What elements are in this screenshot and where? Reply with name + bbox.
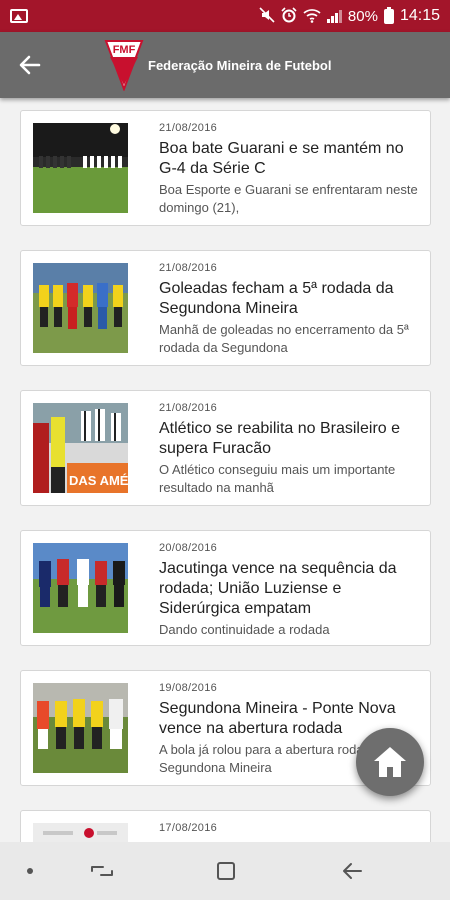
home-icon [374,747,406,777]
news-date: 21/08/2016 [159,402,218,414]
dot-icon [27,868,33,874]
clock: 14:15 [399,7,440,24]
news-date: 21/08/2016 [159,122,218,134]
news-thumbnail [33,683,128,773]
overview-button[interactable] [204,842,248,900]
nav-back-button[interactable] [330,842,374,900]
battery-percent: 80% [347,7,378,25]
square-icon [217,862,235,880]
news-date: 21/08/2016 [159,262,218,274]
arrow-left-icon [19,55,41,75]
status-indicators: 80% 14:15 [259,6,440,25]
back-button[interactable] [0,32,60,98]
news-thumbnail [33,823,128,842]
signal-icon [326,9,342,23]
news-card[interactable]: DAS AMÉ 21/08/2016 Atlético se reabilita… [20,390,431,506]
fmf-logo: FMF [104,39,144,92]
app-bar: FMF Federação Mineira de Futebol [0,32,450,98]
mute-icon [259,7,275,25]
recent-apps-icon [91,866,113,876]
news-summary: Dando continuidade a rodada [159,622,330,637]
image-notification-icon [10,9,28,23]
news-summary: Boa Esporte e Guarani se enfrentaram nes… [159,182,418,215]
news-summary: O Atlético conseguiu mais um importante … [159,462,396,495]
news-card[interactable]: 21/08/2016 Boa bate Guarani e se mantém … [20,110,431,226]
system-nav-bar [0,842,450,900]
news-thumbnail [33,543,128,633]
news-title: Jacutinga vence na sequência da rodada; … [159,560,397,617]
news-card[interactable]: 17/08/2016 [20,810,431,842]
news-thumbnail [33,123,128,213]
news-title: Boa bate Guarani e se mantém no G-4 da S… [159,140,404,177]
news-date: 20/08/2016 [159,542,218,554]
recent-apps-button[interactable] [80,842,124,900]
wifi-icon [303,8,321,25]
news-date: 19/08/2016 [159,682,218,694]
status-bar: 80% 14:15 [0,0,450,32]
news-summary: Manhã de goleadas no encerramento da 5ª … [159,322,409,355]
app-title: Federação Mineira de Futebol [148,57,332,73]
battery-icon [383,6,394,24]
news-thumbnail: DAS AMÉ [33,403,128,493]
news-title: Atlético se reabilita no Brasileiro e su… [159,420,401,457]
news-card[interactable]: 21/08/2016 Goleadas fecham a 5ª rodada d… [20,250,431,366]
thumb-banner-text: DAS AMÉ [69,473,128,488]
nav-dot-button[interactable] [20,842,40,900]
logo-text: FMF [113,44,136,56]
news-card[interactable]: 20/08/2016 Jacutinga vence na sequência … [20,530,431,646]
news-thumbnail [33,263,128,353]
nav-back-icon [343,863,362,879]
home-fab-button[interactable] [356,728,424,796]
news-title: Goleadas fecham a 5ª rodada da Segundona… [159,280,394,317]
alarm-icon [281,7,297,25]
news-date: 17/08/2016 [159,822,218,834]
